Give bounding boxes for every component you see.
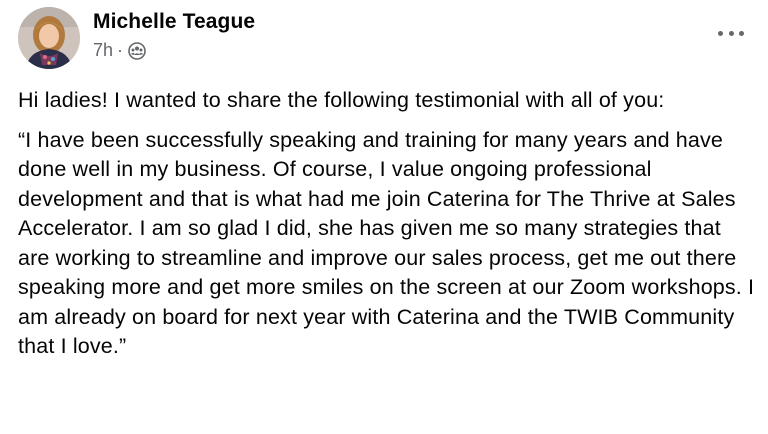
post-meta: 7h · xyxy=(93,40,146,61)
avatar[interactable] xyxy=(18,7,80,69)
more-options-icon xyxy=(718,30,723,36)
group-members-icon[interactable] xyxy=(128,42,146,60)
more-options-button[interactable] xyxy=(718,26,744,40)
post-paragraph-intro: Hi ladies! I wanted to share the followi… xyxy=(18,88,665,112)
author-name[interactable]: Michelle Teague xyxy=(93,10,255,34)
meta-separator: · xyxy=(117,40,124,60)
post-body: Hi ladies! I wanted to share the followi… xyxy=(18,86,758,372)
timestamp[interactable]: 7h xyxy=(93,40,113,61)
post-header: Michelle Teague 7h · xyxy=(18,6,750,72)
profile-photo-icon xyxy=(18,7,80,69)
post-paragraph-testimonial: “I have been successfully speaking and t… xyxy=(18,127,755,359)
